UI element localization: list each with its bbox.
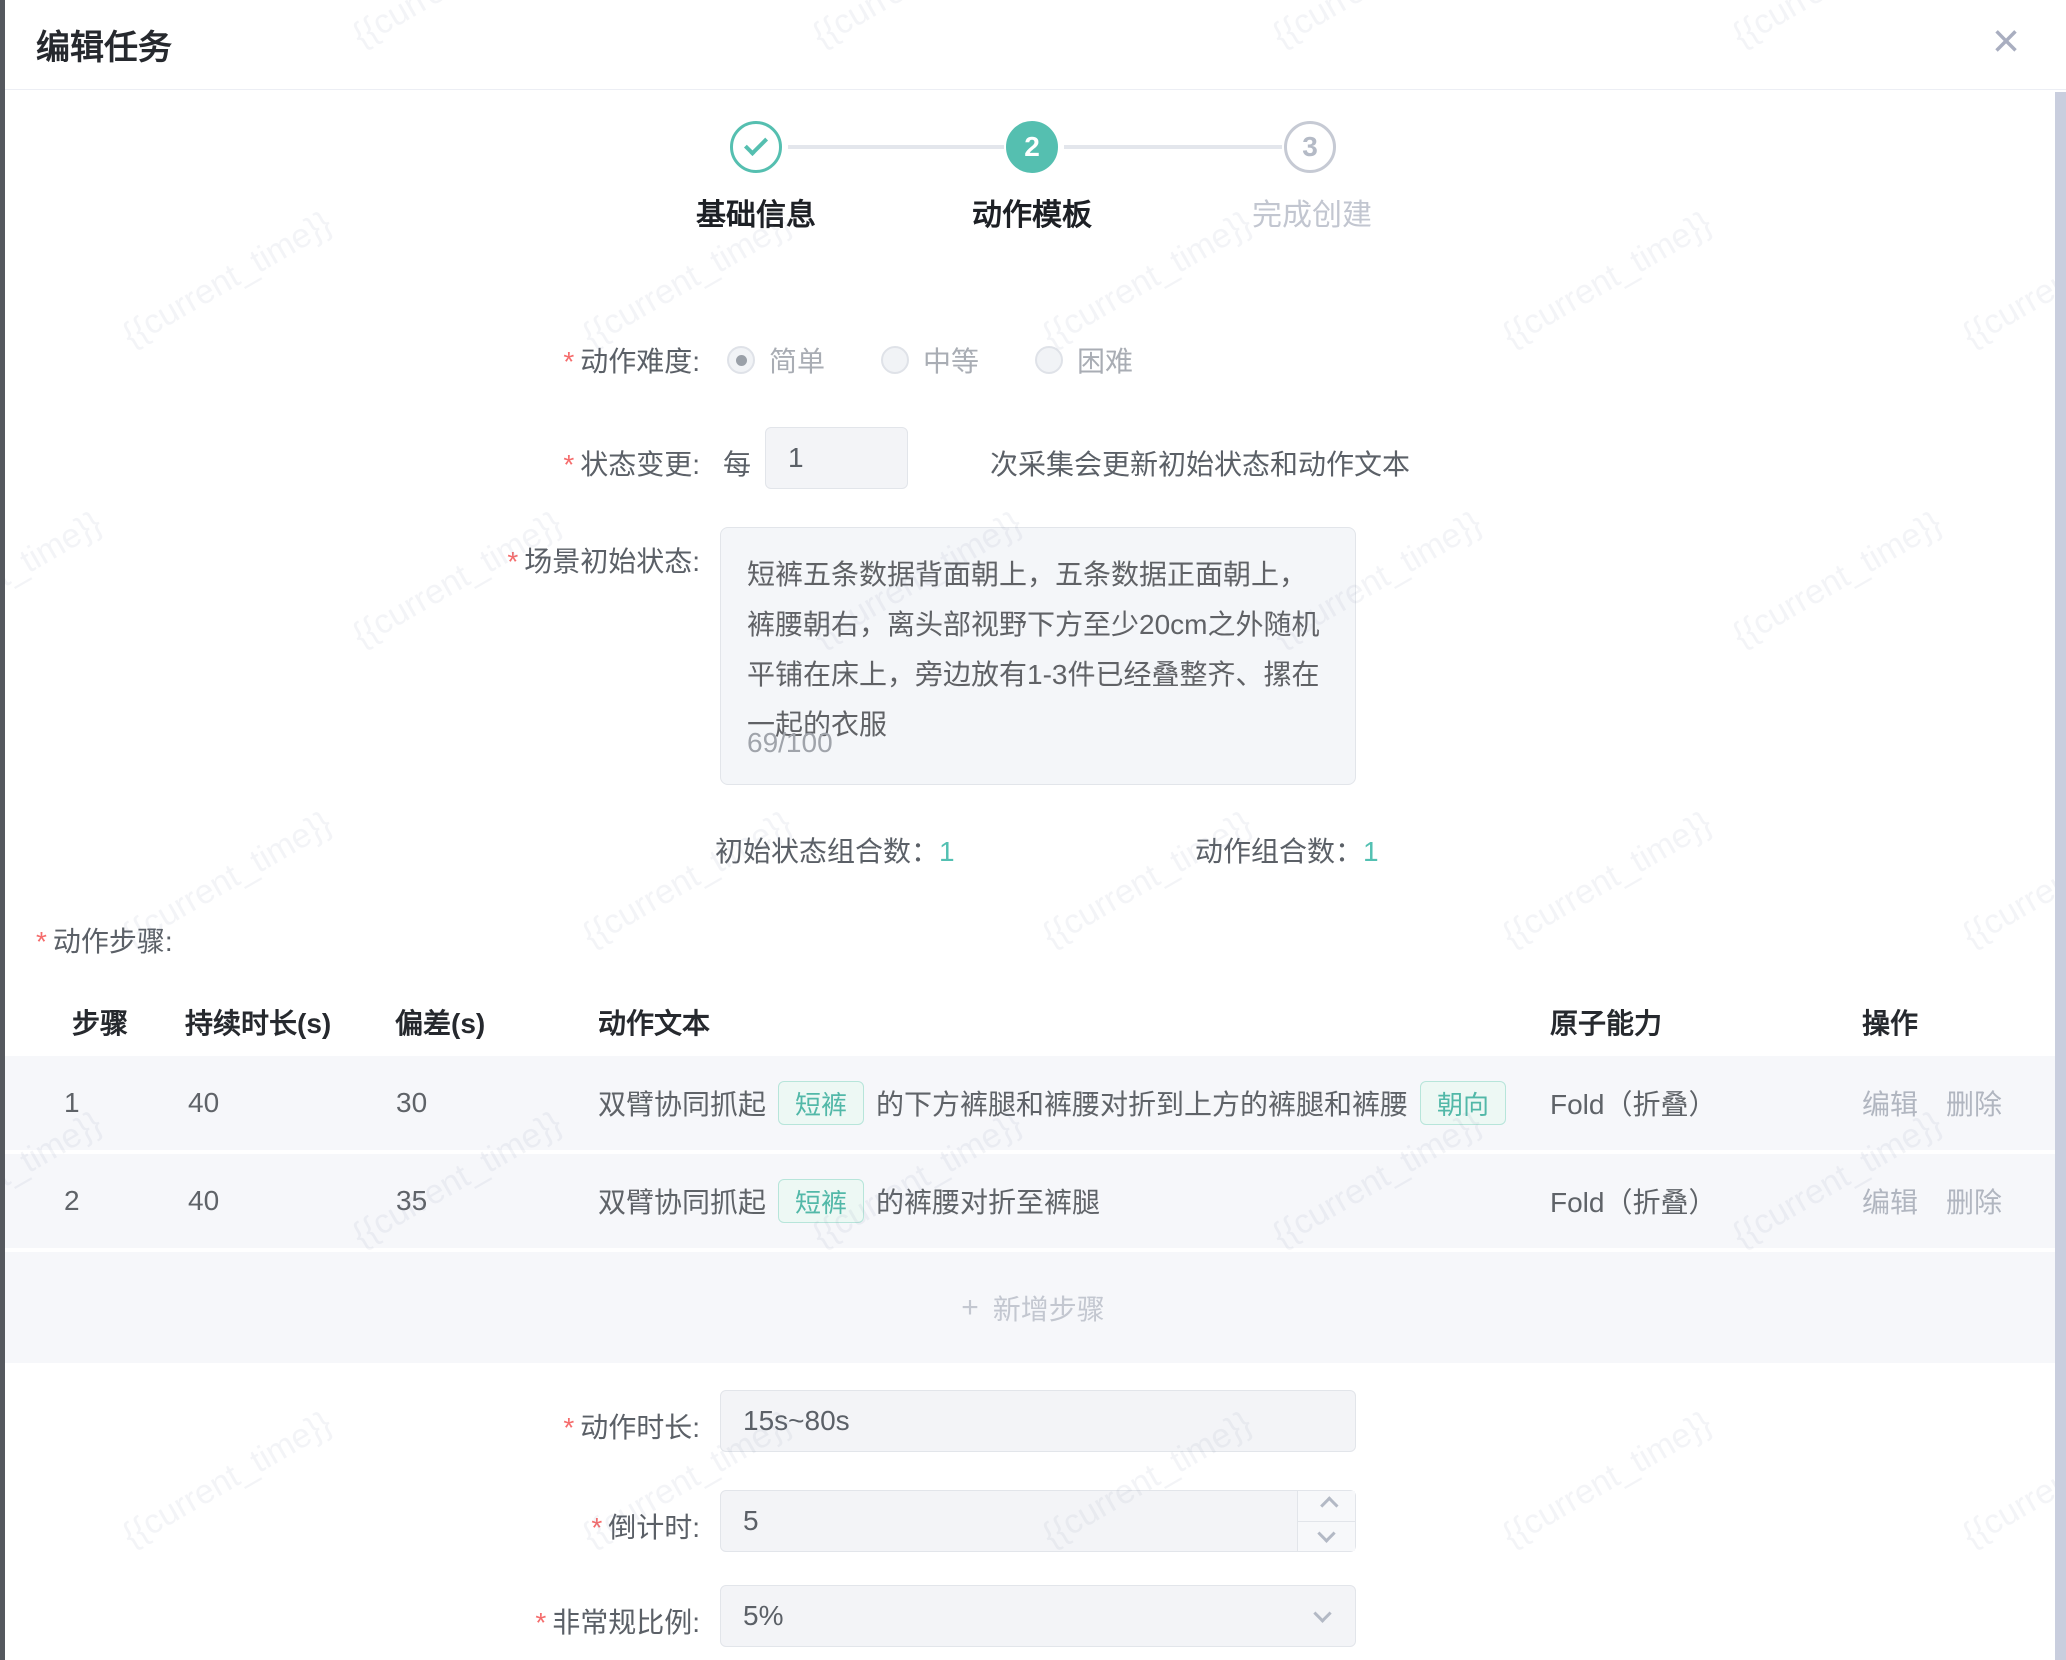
radio-circle-icon xyxy=(727,346,755,374)
cell-operations: 编辑 删除 xyxy=(1862,1154,2002,1248)
col-header-deviation: 偏差(s) xyxy=(395,1002,485,1042)
edit-link[interactable]: 编辑 xyxy=(1862,1083,1918,1123)
table-row: 2 40 35 双臂协同抓起 短裤 的裤腰对折至裤腿 Fold（折叠） 编辑 删… xyxy=(0,1154,2066,1248)
chevron-down-icon xyxy=(1313,1604,1331,1622)
delete-link[interactable]: 删除 xyxy=(1946,1181,2002,1221)
cell-duration: 40 xyxy=(188,1056,219,1150)
plus-icon: + xyxy=(961,1291,979,1325)
step-3-circle: 3 xyxy=(1284,121,1336,173)
cell-action-text: 双臂协同抓起 短裤 的裤腰对折至裤腿 xyxy=(598,1154,1538,1248)
char-counter: 69/100 xyxy=(747,718,833,768)
step-1-label: 基础信息 xyxy=(646,190,866,234)
state-change-label: *状态变更: xyxy=(0,443,700,483)
number-stepper xyxy=(1297,1491,1355,1551)
unusual-ratio-select[interactable]: 5% xyxy=(720,1585,1356,1647)
initial-combo-count: 初始状态组合数：1 xyxy=(715,830,955,870)
difficulty-label: *动作难度: xyxy=(0,340,700,380)
cell-duration: 40 xyxy=(188,1154,219,1248)
edit-link[interactable]: 编辑 xyxy=(1862,1181,1918,1221)
state-change-prefix: 每 xyxy=(723,443,751,483)
page-left-edge xyxy=(0,0,5,1660)
action-combo-value: 1 xyxy=(1363,836,1379,867)
steps-section-label: *动作步骤: xyxy=(36,920,173,960)
chevron-down-icon xyxy=(1317,1524,1335,1542)
col-header-ops: 操作 xyxy=(1862,1002,1918,1042)
add-step-button[interactable]: + 新增步骤 xyxy=(0,1252,2066,1363)
countdown-label: *倒计时: xyxy=(0,1506,700,1546)
vertical-scrollbar[interactable] xyxy=(2055,92,2066,1660)
object-tag: 短裤 xyxy=(778,1081,864,1125)
step-1-circle xyxy=(730,121,782,173)
col-header-text: 动作文本 xyxy=(598,1002,710,1042)
duration-input[interactable]: 15s~80s xyxy=(720,1390,1356,1452)
cell-seq: 1 xyxy=(64,1056,80,1150)
step-2-circle: 2 xyxy=(1006,121,1058,173)
stepper-line-2 xyxy=(1064,145,1282,149)
cell-ability: Fold（折叠） xyxy=(1550,1056,1716,1150)
unusual-ratio-label: *非常规比例: xyxy=(0,1601,700,1641)
initial-combo-value: 1 xyxy=(939,836,955,867)
orientation-tag: 朝向 xyxy=(1420,1081,1506,1125)
cell-deviation: 30 xyxy=(396,1056,427,1150)
close-icon[interactable]: × xyxy=(1976,10,2036,74)
col-header-ability: 原子能力 xyxy=(1550,1002,1662,1042)
col-header-duration: 持续时长(s) xyxy=(185,1002,331,1042)
edit-task-dialog: {{current_time}}{{current_time}}{{curren… xyxy=(0,0,2066,1660)
cell-action-text: 双臂协同抓起 短裤 的下方裤腿和裤腰对折到上方的裤腿和裤腰 朝向 xyxy=(598,1056,1538,1150)
cell-deviation: 35 xyxy=(396,1154,427,1248)
dialog-header: 编辑任务 × xyxy=(0,0,2066,90)
step-2-label: 动作模板 xyxy=(922,190,1142,234)
delete-link[interactable]: 删除 xyxy=(1946,1083,2002,1123)
chevron-up-icon xyxy=(1320,1497,1338,1515)
state-change-suffix: 次采集会更新初始状态和动作文本 xyxy=(990,443,1410,483)
difficulty-radio-group: 简单 中等 困难 xyxy=(727,340,1133,380)
object-tag: 短裤 xyxy=(778,1179,864,1223)
col-header-seq: 步骤 xyxy=(72,1002,128,1042)
cell-operations: 编辑 删除 xyxy=(1862,1056,2002,1150)
radio-medium[interactable]: 中等 xyxy=(881,340,979,380)
countdown-input[interactable]: 5 xyxy=(720,1490,1356,1552)
initial-state-text: 短裤五条数据背面朝上，五条数据正面朝上，裤腰朝右，离头部视野下方至少20cm之外… xyxy=(747,550,1329,750)
stepper-line-1 xyxy=(788,145,1004,149)
initial-state-label: *场景初始状态: xyxy=(0,540,700,580)
dialog-title: 编辑任务 xyxy=(36,20,172,69)
check-icon xyxy=(744,132,768,156)
initial-state-textarea[interactable]: 短裤五条数据背面朝上，五条数据正面朝上，裤腰朝右，离头部视野下方至少20cm之外… xyxy=(720,527,1356,785)
radio-circle-icon xyxy=(881,346,909,374)
cell-seq: 2 xyxy=(64,1154,80,1248)
decrease-button[interactable] xyxy=(1298,1521,1355,1552)
cell-ability: Fold（折叠） xyxy=(1550,1154,1716,1248)
radio-circle-icon xyxy=(1035,346,1063,374)
increase-button[interactable] xyxy=(1298,1491,1355,1521)
table-row: 1 40 30 双臂协同抓起 短裤 的下方裤腿和裤腰对折到上方的裤腿和裤腰 朝向… xyxy=(0,1056,2066,1150)
radio-easy[interactable]: 简单 xyxy=(727,340,825,380)
step-3-label: 完成创建 xyxy=(1202,190,1422,234)
state-change-input[interactable]: 1 xyxy=(765,427,908,489)
duration-label: *动作时长: xyxy=(0,1406,700,1446)
radio-hard[interactable]: 困难 xyxy=(1035,340,1133,380)
action-combo-count: 动作组合数：1 xyxy=(1195,830,1379,870)
